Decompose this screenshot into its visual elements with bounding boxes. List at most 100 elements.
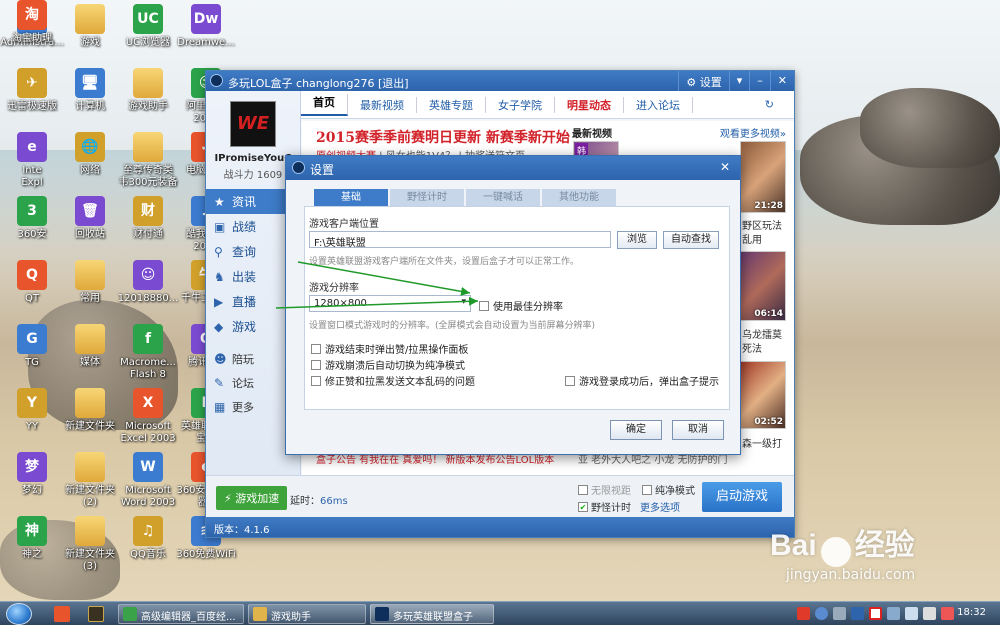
- desktop-icon[interactable]: 游戏助手: [116, 68, 180, 113]
- video-title[interactable]: 野区玩法: [742, 217, 782, 232]
- desktop-icon[interactable]: 3 360安: [0, 196, 64, 241]
- game-accel-button[interactable]: ⚡ 游戏加速: [216, 486, 288, 510]
- video-thumbnail[interactable]: 06:14: [740, 251, 786, 321]
- close-icon[interactable]: ✕: [720, 160, 730, 174]
- pure-mode-checkbox[interactable]: 纯净模式: [642, 482, 695, 497]
- desktop-icon-label: 新建文件夹: [65, 421, 115, 432]
- tab-latest-videos[interactable]: 最新视频: [348, 96, 417, 113]
- desktop-icon[interactable]: 新建文件夹 (3): [58, 516, 122, 573]
- more-options-link[interactable]: 更多选项: [640, 499, 680, 514]
- desktop-icon[interactable]: Y YY: [0, 388, 64, 433]
- tab-girls-academy[interactable]: 女子学院: [486, 96, 555, 113]
- desktop-icon[interactable]: ☺ 12018880...: [116, 260, 180, 305]
- desktop-icon[interactable]: 新建文件夹 (2): [58, 452, 122, 509]
- unlimited-view-checkbox[interactable]: 无限视距: [578, 482, 631, 497]
- desktop-icon[interactable]: 🖥 计算机: [58, 68, 122, 113]
- check-icon: ✔: [578, 501, 588, 512]
- checkbox-label: 游戏结束时弹出赞/拉黑操作面板: [325, 345, 469, 356]
- desktop-icon[interactable]: X Microsoft Excel 2003: [116, 388, 180, 445]
- desktop-icon-label: 游戏: [80, 37, 100, 48]
- desktop-icon[interactable]: 游戏: [58, 4, 122, 49]
- video-title[interactable]: 森一级打: [742, 435, 782, 450]
- tab-quick-chat[interactable]: 一键喊话: [466, 189, 540, 206]
- tab-home[interactable]: 首页: [301, 93, 348, 116]
- desktop-icon[interactable]: W Microsoft Word 2003: [116, 452, 180, 509]
- dialog-titlebar[interactable]: 设置 ✕: [286, 156, 740, 180]
- settings-button[interactable]: ⚙ 设置: [678, 71, 728, 91]
- minimize-button[interactable]: –: [749, 71, 770, 91]
- tab-star-news[interactable]: 明星动态: [555, 96, 624, 113]
- window-titlebar[interactable]: 多玩LOL盒子 changlong276 [退出] ⚙ 设置 ▾ – ✕: [206, 71, 794, 91]
- videos-heading: 最新视频: [572, 129, 612, 140]
- desktop-icon[interactable]: 淘淘宝助理: [0, 0, 64, 45]
- app-icon: 梦: [17, 452, 47, 482]
- video-thumbnail[interactable]: 21:28: [740, 141, 786, 213]
- desktop-icon[interactable]: e Inte Expl: [0, 132, 64, 189]
- desktop-icon[interactable]: G TG: [0, 324, 64, 369]
- best-resolution-checkbox[interactable]: 使用最佳分辨率: [479, 298, 563, 313]
- ok-button[interactable]: 确定: [610, 420, 662, 440]
- video-title[interactable]: 死法: [742, 340, 762, 355]
- resolution-select[interactable]: 1280×800 ▾: [309, 295, 471, 312]
- tab-basic[interactable]: 基础: [314, 189, 388, 206]
- desktop-icon[interactable]: ♫ QQ音乐: [116, 516, 180, 561]
- video-title[interactable]: 乱用: [742, 231, 762, 246]
- tab-heroes[interactable]: 英雄专题: [417, 96, 486, 113]
- basic-settings-pane: 游戏客户端位置 F:\英雄联盟 浏览 自动查找 设置英雄联盟游戏客户端所在文件夹…: [304, 206, 730, 410]
- tab-forum[interactable]: 进入论坛: [624, 96, 693, 113]
- close-button[interactable]: ✕: [769, 71, 794, 91]
- videos-more-link[interactable]: 观看更多视频»: [720, 125, 786, 140]
- desktop-icon[interactable]: Dw Dreamwe...: [174, 4, 238, 49]
- news-headline[interactable]: 2015赛季季前赛明日更新 新赛季新开始: [316, 127, 570, 147]
- desktop-icon[interactable]: 财财付通: [116, 196, 180, 241]
- watermark-url: jingyan.baidu.com: [786, 567, 916, 583]
- crash-pure-mode-checkbox[interactable]: 游戏崩溃后自动切换为纯净模式: [311, 357, 465, 372]
- app-icon[interactable]: [54, 606, 70, 622]
- start-game-button[interactable]: 启动游戏: [702, 482, 782, 512]
- refresh-icon[interactable]: ↻: [753, 98, 786, 111]
- start-button[interactable]: [6, 603, 32, 625]
- taskbar-item[interactable]: 多玩英雄联盟盒子: [370, 604, 494, 624]
- grid-icon[interactable]: [887, 607, 900, 620]
- desktop-icon[interactable]: 🌐 网络: [58, 132, 122, 177]
- video-thumbnail[interactable]: 02:52: [740, 361, 786, 429]
- desktop-icon[interactable]: f Macrome... Flash 8: [116, 324, 180, 381]
- taskbar-item[interactable]: 游戏助手: [248, 604, 366, 624]
- taskbar-item[interactable]: 高级编辑器_百度经...: [118, 604, 244, 624]
- show-vote-panel-checkbox[interactable]: 游戏结束时弹出赞/拉黑操作面板: [311, 341, 468, 356]
- desktop-icon[interactable]: 至尊传奇类 韦300元装备: [116, 132, 180, 189]
- red-cross-icon[interactable]: [869, 607, 882, 620]
- login-popup-checkbox[interactable]: 游戏登录成功后，弹出盒子提示: [565, 373, 719, 388]
- tab-other[interactable]: 其他功能: [542, 189, 616, 206]
- lol-icon[interactable]: [88, 606, 104, 622]
- help-icon[interactable]: [815, 607, 828, 620]
- swap-icon[interactable]: [833, 607, 846, 620]
- client-path-input[interactable]: F:\英雄联盟: [309, 231, 611, 249]
- fix-garbled-text-checkbox[interactable]: 修正赞和拉黑发送文本乱码的问题: [311, 373, 475, 388]
- desktop-icon[interactable]: ✈ 迅雷极速版: [0, 68, 64, 113]
- desktop-icon[interactable]: 媒体: [58, 324, 122, 369]
- tab-jungle-timer[interactable]: 野怪计时: [390, 189, 464, 206]
- auto-find-button[interactable]: 自动查找: [663, 231, 719, 249]
- dialog-title: 设置: [310, 163, 335, 177]
- avatar[interactable]: WE: [230, 101, 276, 147]
- video-title[interactable]: 乌龙擂莫: [742, 326, 782, 341]
- cancel-button[interactable]: 取消: [672, 420, 724, 440]
- jungle-timer-checkbox[interactable]: ✔ 野怪计时: [578, 499, 631, 514]
- desktop-icon[interactable]: 新建文件夹: [58, 388, 122, 433]
- clock[interactable]: 18:32: [957, 607, 986, 618]
- desktop-icon[interactable]: UC UC浏览器: [116, 4, 180, 49]
- desktop-icon[interactable]: Q QT: [0, 260, 64, 305]
- desktop-icon[interactable]: 梦梦幻: [0, 452, 64, 497]
- network-icon[interactable]: [905, 607, 918, 620]
- volume-icon[interactable]: [923, 607, 936, 620]
- s-icon[interactable]: [797, 607, 810, 620]
- menu-button[interactable]: ▾: [728, 71, 750, 91]
- shield-icon[interactable]: [851, 607, 864, 620]
- browse-button[interactable]: 浏览: [617, 231, 657, 249]
- desktop-icon[interactable]: 常用: [58, 260, 122, 305]
- folder-icon: [133, 68, 163, 98]
- desktop-icon[interactable]: 🗑 回收站: [58, 196, 122, 241]
- desktop-icon[interactable]: 神神之: [0, 516, 64, 561]
- input-icon[interactable]: [941, 607, 954, 620]
